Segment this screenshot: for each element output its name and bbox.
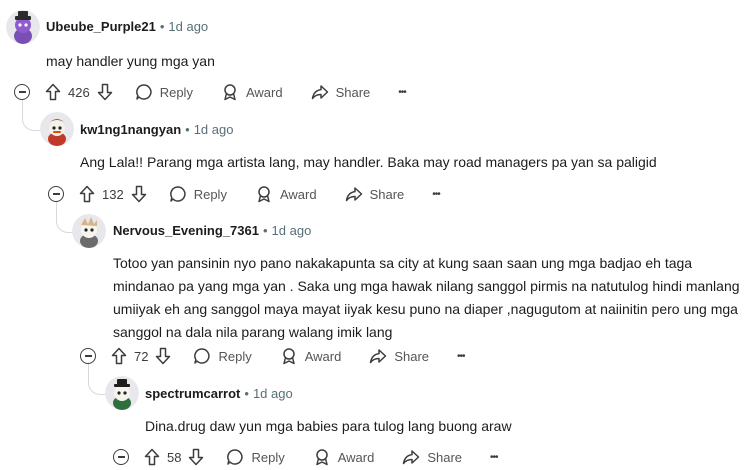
collapse-thread-button[interactable] — [14, 84, 30, 100]
upvote-icon[interactable] — [144, 448, 160, 466]
snoo-avatar-icon — [105, 376, 139, 410]
share-icon — [345, 187, 362, 202]
upvote-icon[interactable] — [79, 185, 95, 203]
share-icon — [370, 349, 387, 364]
more-options-button[interactable]: ••• — [398, 87, 406, 98]
downvote-icon[interactable] — [131, 185, 147, 203]
timestamp[interactable]: 1d ago — [194, 122, 234, 137]
award-icon — [282, 348, 295, 365]
comment-body: may handler yung mga yan — [46, 53, 215, 69]
reply-label: Reply — [251, 449, 285, 465]
username[interactable]: Nervous_Evening_7361 — [113, 223, 259, 238]
award-label: Award — [304, 348, 342, 364]
share-button[interactable]: Share — [311, 83, 371, 101]
upvote-icon[interactable] — [111, 347, 127, 365]
comment-bubble-icon — [227, 449, 244, 465]
comment-bubble-icon — [169, 186, 186, 202]
award-icon — [315, 449, 328, 466]
upvote-icon[interactable] — [45, 83, 61, 101]
reply-label: Reply — [218, 348, 252, 364]
share-label: Share — [427, 449, 463, 465]
separator-dot: • — [244, 386, 249, 401]
comment-action-bar: 72 Reply Award Share ••• — [80, 343, 466, 369]
share-button[interactable]: Share — [345, 185, 405, 203]
avatar[interactable] — [40, 112, 74, 146]
collapse-thread-button[interactable] — [48, 186, 64, 202]
share-label: Share — [369, 186, 405, 202]
share-label: Share — [394, 348, 430, 364]
comment-action-bar: 58 Reply Award Share ••• — [113, 444, 499, 470]
more-options-button[interactable]: ••• — [490, 452, 498, 463]
avatar[interactable] — [72, 214, 106, 248]
award-button[interactable]: Award — [280, 347, 342, 365]
award-button[interactable]: Award — [313, 448, 375, 466]
vote-count: 72 — [134, 348, 149, 364]
award-button[interactable]: Award — [221, 83, 283, 101]
comment-body: Dina.drug daw yun mga babies para tulog … — [145, 418, 512, 434]
username[interactable]: Ubeube_Purple21 — [46, 19, 156, 34]
vote-count: 58 — [167, 449, 182, 465]
award-label: Award — [337, 449, 375, 465]
comment-bubble-icon — [194, 348, 211, 364]
share-icon — [311, 85, 328, 100]
reply-button[interactable]: Reply — [226, 448, 285, 466]
more-options-button[interactable]: ••• — [457, 351, 465, 362]
share-label: Share — [335, 84, 371, 100]
downvote-icon[interactable] — [97, 83, 113, 101]
username[interactable]: spectrumcarrot — [145, 386, 240, 401]
collapse-thread-button[interactable] — [80, 348, 96, 364]
reply-button[interactable]: Reply — [169, 185, 227, 203]
separator-dot: • — [262, 223, 268, 238]
comment-action-bar: 132 Reply Award Share ••• — [48, 181, 441, 207]
downvote-icon[interactable] — [155, 347, 171, 365]
share-button[interactable]: Share — [402, 448, 462, 466]
avatar[interactable] — [6, 10, 40, 44]
timestamp[interactable]: 1d ago — [168, 19, 208, 34]
snoo-avatar-icon — [40, 112, 74, 146]
vote-count: 132 — [102, 186, 124, 202]
downvote-icon[interactable] — [188, 448, 204, 466]
collapse-thread-button[interactable] — [113, 449, 129, 465]
more-options-button[interactable]: ••• — [432, 189, 440, 200]
separator-dot: • — [159, 19, 165, 34]
timestamp[interactable]: 1d ago — [272, 223, 312, 238]
vote-count: 426 — [68, 84, 90, 100]
share-icon — [403, 450, 420, 465]
award-label: Award — [245, 84, 283, 100]
reply-button[interactable]: Reply — [193, 347, 252, 365]
comment-action-bar: 426 Reply Award Share ••• — [14, 79, 407, 105]
reply-label: Reply — [159, 84, 193, 100]
comment-bubble-icon — [135, 84, 152, 100]
comment-body: Ang Lala!! Parang mga artista lang, may … — [80, 154, 657, 170]
award-button[interactable]: Award — [255, 185, 317, 203]
avatar[interactable] — [105, 376, 139, 410]
reply-label: Reply — [193, 186, 227, 202]
timestamp[interactable]: 1d ago — [253, 386, 293, 401]
comment-body: Totoo yan pansinin nyo pano nakakapunta … — [113, 255, 740, 340]
award-icon — [258, 186, 270, 203]
separator-dot: • — [185, 122, 190, 137]
snoo-avatar-icon — [6, 10, 40, 44]
username[interactable]: kw1ng1nangyan — [80, 122, 181, 137]
award-icon — [224, 84, 236, 101]
share-button[interactable]: Share — [369, 347, 429, 365]
award-label: Award — [279, 186, 317, 202]
snoo-avatar-icon — [72, 214, 106, 248]
reply-button[interactable]: Reply — [135, 83, 193, 101]
